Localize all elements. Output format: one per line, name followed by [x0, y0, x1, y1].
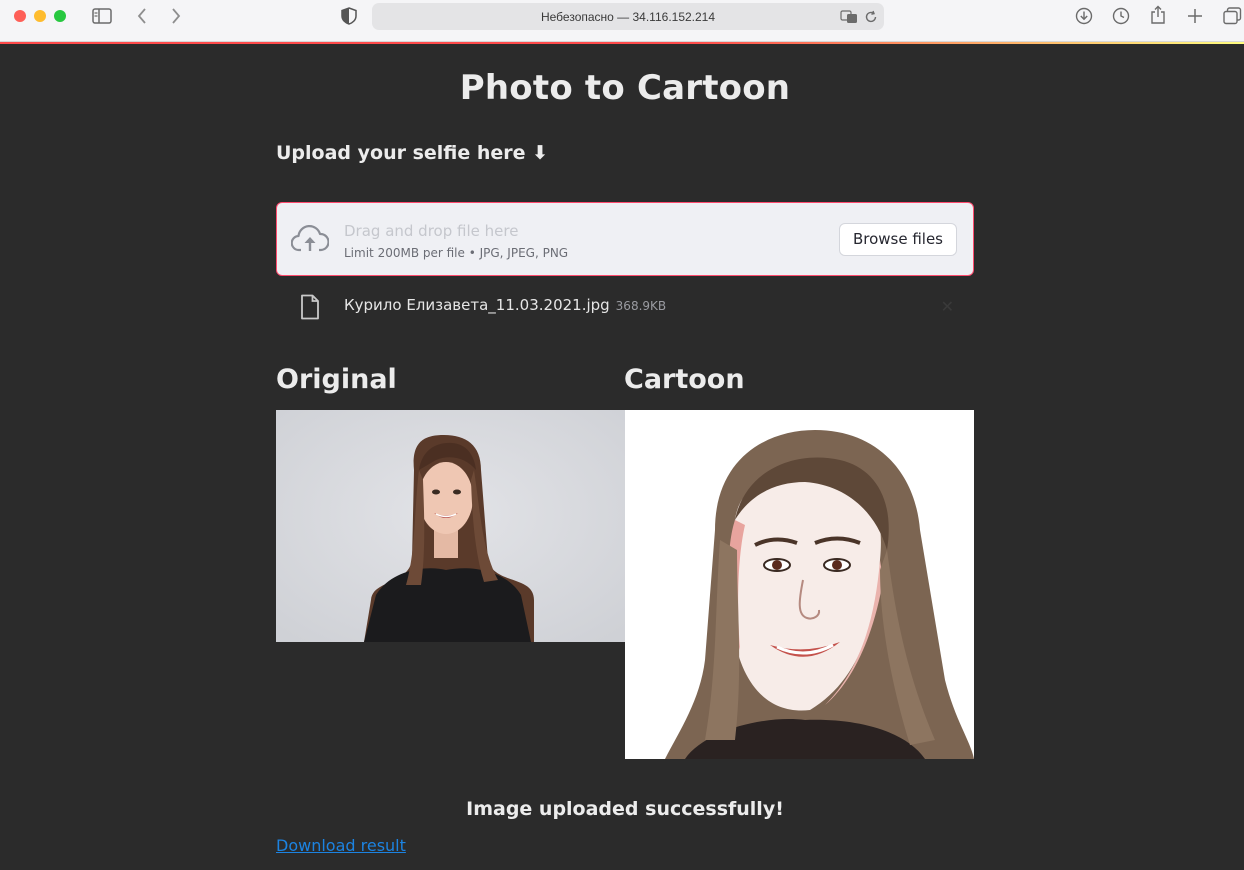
cloud-upload-icon [291, 225, 329, 252]
tab-overview-icon[interactable] [1223, 7, 1242, 25]
downloads-icon[interactable] [1075, 7, 1093, 25]
dropzone-instructions: Drag and drop file here [344, 222, 519, 240]
remove-file-close-icon[interactable]: ✕ [941, 297, 954, 316]
upload-subheader: Upload your selfie here ⬇ [276, 142, 549, 164]
browse-files-button[interactable]: Browse files [838, 223, 957, 256]
upload-success-message: Image uploaded successfully! [466, 798, 784, 820]
minimize-window-button[interactable] [34, 10, 46, 22]
file-size: 368.9KB [615, 299, 667, 313]
cartoon-result-image [625, 410, 974, 759]
file-icon [301, 294, 319, 320]
zoom-window-button[interactable] [54, 10, 66, 22]
translate-icon[interactable] [840, 10, 858, 24]
history-icon[interactable] [1112, 7, 1130, 25]
back-icon[interactable] [136, 7, 148, 25]
page-title: Photo to Cartoon [459, 68, 791, 108]
uploaded-file-name: Курило Елизавета_11.03.2021.jpg 368.9KB [344, 296, 666, 314]
file-dropzone[interactable]: Drag and drop file here Limit 200MB per … [276, 202, 974, 276]
share-icon[interactable] [1150, 5, 1166, 25]
dropzone-limits: Limit 200MB per file • JPG, JPEG, PNG [344, 246, 569, 260]
original-column-heading: Original [276, 364, 397, 395]
download-result-link[interactable]: Download result [276, 836, 406, 855]
original-photo [276, 410, 625, 642]
cartoon-column-heading: Cartoon [624, 364, 745, 395]
browser-toolbar: Небезопасно — 34.116.152.214 [0, 0, 1244, 42]
file-name-text: Курило Елизавета_11.03.2021.jpg [344, 296, 610, 314]
privacy-shield-icon[interactable] [341, 7, 357, 25]
close-window-button[interactable] [14, 10, 26, 22]
url-text: Небезопасно — 34.116.152.214 [540, 10, 716, 24]
address-bar[interactable]: Небезопасно — 34.116.152.214 [372, 3, 884, 30]
forward-icon[interactable] [170, 7, 182, 25]
reload-icon[interactable] [864, 10, 878, 24]
uploaded-file-item: Курило Елизавета_11.03.2021.jpg 368.9KB ✕ [276, 288, 974, 326]
new-tab-icon[interactable] [1187, 8, 1203, 24]
header-decoration [0, 42, 1244, 44]
sidebar-toggle-icon[interactable] [92, 8, 112, 24]
